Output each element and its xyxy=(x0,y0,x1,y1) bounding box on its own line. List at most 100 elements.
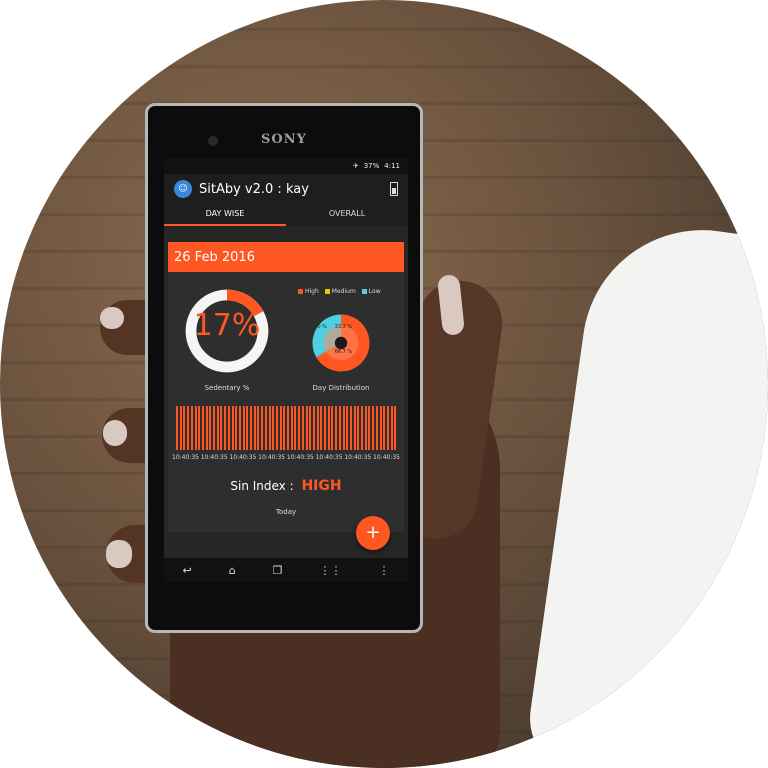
slice-label-high: 66.7 % xyxy=(335,349,353,355)
timeline-tick-label: 10:40:35 xyxy=(172,454,199,461)
tab-bar: DAY WISE OVERALL xyxy=(164,204,408,226)
timeline-bar xyxy=(224,406,227,450)
timeline-bar xyxy=(190,406,193,450)
add-button[interactable]: + xyxy=(356,516,390,550)
timeline-bar xyxy=(231,406,234,450)
legend-high: High xyxy=(298,288,319,295)
battery-icon[interactable] xyxy=(390,182,398,196)
sin-index-label: Sin Index : xyxy=(230,479,294,493)
sin-index-row: Sin Index : HIGH xyxy=(168,478,404,494)
timeline-bar xyxy=(279,406,282,450)
timeline-bar xyxy=(275,406,278,450)
legend-low: Low xyxy=(361,288,381,295)
timeline-bar xyxy=(372,406,375,450)
timeline-tick-label: 10:40:35 xyxy=(258,454,286,461)
home-icon[interactable]: ⌂ xyxy=(229,564,236,577)
timeline-bar xyxy=(361,406,363,450)
timeline-bar xyxy=(213,406,215,450)
timeline-bar xyxy=(349,406,352,450)
timeline-bar xyxy=(287,406,289,450)
phone-screen: ✈ 37% 4:11 ☺ SitAby v2.0 : kay DAY WISE … xyxy=(164,158,408,582)
apps-grid-icon[interactable]: ⋮⋮ xyxy=(320,564,342,577)
overflow-menu-icon[interactable]: ⋮ xyxy=(379,564,390,577)
timeline-bar xyxy=(383,406,386,450)
timeline-bar xyxy=(331,406,334,450)
timeline-bar xyxy=(390,406,393,450)
timeline-bar xyxy=(176,406,178,450)
timeline-bar xyxy=(327,406,330,450)
clock: 4:11 xyxy=(384,162,400,170)
recents-icon[interactable]: ❐ xyxy=(273,564,283,577)
timeline-bar xyxy=(301,406,304,450)
fingernail xyxy=(106,540,132,568)
timeline-bar xyxy=(187,406,190,450)
timeline-tick-label: 10:40:35 xyxy=(315,454,343,461)
timeline-bar xyxy=(272,406,275,450)
timeline-tick-label: 10:40:35 xyxy=(344,454,372,461)
timeline-bar xyxy=(246,406,249,450)
timeline-bar xyxy=(368,406,371,450)
timeline-bar xyxy=(235,406,238,450)
donut-hole xyxy=(334,336,348,350)
distribution-label: Day Distribution xyxy=(312,384,370,392)
slice-label-medium: 0 % xyxy=(317,324,327,330)
tab-overall[interactable]: OVERALL xyxy=(286,204,408,226)
legend-swatch-high xyxy=(298,289,303,294)
timeline-bar xyxy=(290,406,293,450)
fingernail xyxy=(103,420,127,446)
tab-day-wise[interactable]: DAY WISE xyxy=(164,204,286,226)
timeline-bar xyxy=(268,406,271,450)
timeline-bar xyxy=(309,406,312,450)
timeline-bar xyxy=(264,406,267,450)
timeline-tick-label: 10:40:35 xyxy=(286,454,314,461)
legend-swatch-medium xyxy=(324,289,330,294)
legend-label-high: High xyxy=(305,288,319,295)
timeline-bar xyxy=(253,406,256,450)
sin-index-value: HIGH xyxy=(301,478,342,494)
timeline-bar xyxy=(305,406,308,450)
notification-icon: ✈ xyxy=(352,162,359,170)
timeline-bar xyxy=(298,406,301,450)
timeline-bar xyxy=(375,406,378,450)
slice-label-low: 33.3 % xyxy=(335,324,353,330)
app-logo-icon: ☺ xyxy=(174,180,192,198)
timeline-bar xyxy=(250,406,252,450)
timeline-bar xyxy=(386,406,389,450)
timeline-bar xyxy=(353,406,356,450)
timeline-bar xyxy=(379,406,382,450)
timeline-tick-label: 10:40:35 xyxy=(373,454,400,461)
timeline-bar xyxy=(357,406,360,450)
app-bar: ☺ SitAby v2.0 : kay xyxy=(164,174,408,204)
timeline-bar xyxy=(324,406,326,450)
timeline-bar xyxy=(316,406,319,450)
timeline-bar xyxy=(238,406,241,450)
day-distribution-donut: 66.7 % 33.3 % 0 % xyxy=(312,314,370,372)
photo-background: SONY ✈ 37% 4:11 ☺ SitAby v2.0 : kay DAY … xyxy=(0,0,768,768)
timeline-bar xyxy=(294,406,297,450)
day-card: 26 Feb 2016 17% Sedentary % High Medium … xyxy=(168,242,404,532)
back-icon[interactable]: ↩ xyxy=(182,564,191,577)
timeline-bars xyxy=(176,406,398,450)
legend-label-low: Low xyxy=(368,288,381,295)
battery-percent: 37% xyxy=(363,162,380,170)
timeline-bar xyxy=(216,406,219,450)
timeline-bar xyxy=(227,406,230,450)
app-title: SitAby v2.0 : kay xyxy=(199,181,309,197)
timeline-bar xyxy=(364,406,367,450)
timeline-bar xyxy=(205,406,208,450)
timeline-bar xyxy=(261,406,264,450)
device-brand: SONY xyxy=(261,132,307,147)
timeline-bar xyxy=(342,406,345,450)
timeline-ticks: 10:40:35 10:40:35 10:40:35 10:40:35 10:40:35… xyxy=(172,454,400,461)
status-bar: ✈ 37% 4:11 xyxy=(164,158,408,174)
timeline-bar xyxy=(179,406,182,450)
timeline-bar xyxy=(335,406,338,450)
android-nav-bar: ↩ ⌂ ❐ ⋮⋮ ⋮ xyxy=(164,558,408,582)
timeline-bar xyxy=(338,406,341,450)
sedentary-value: 17% xyxy=(193,308,261,343)
timeline-tick-label: 10:40:35 xyxy=(229,454,257,461)
sedentary-label: Sedentary % xyxy=(204,384,250,392)
timeline-bar xyxy=(183,406,186,450)
timeline-bar xyxy=(257,406,260,450)
timeline-bar xyxy=(220,406,223,450)
